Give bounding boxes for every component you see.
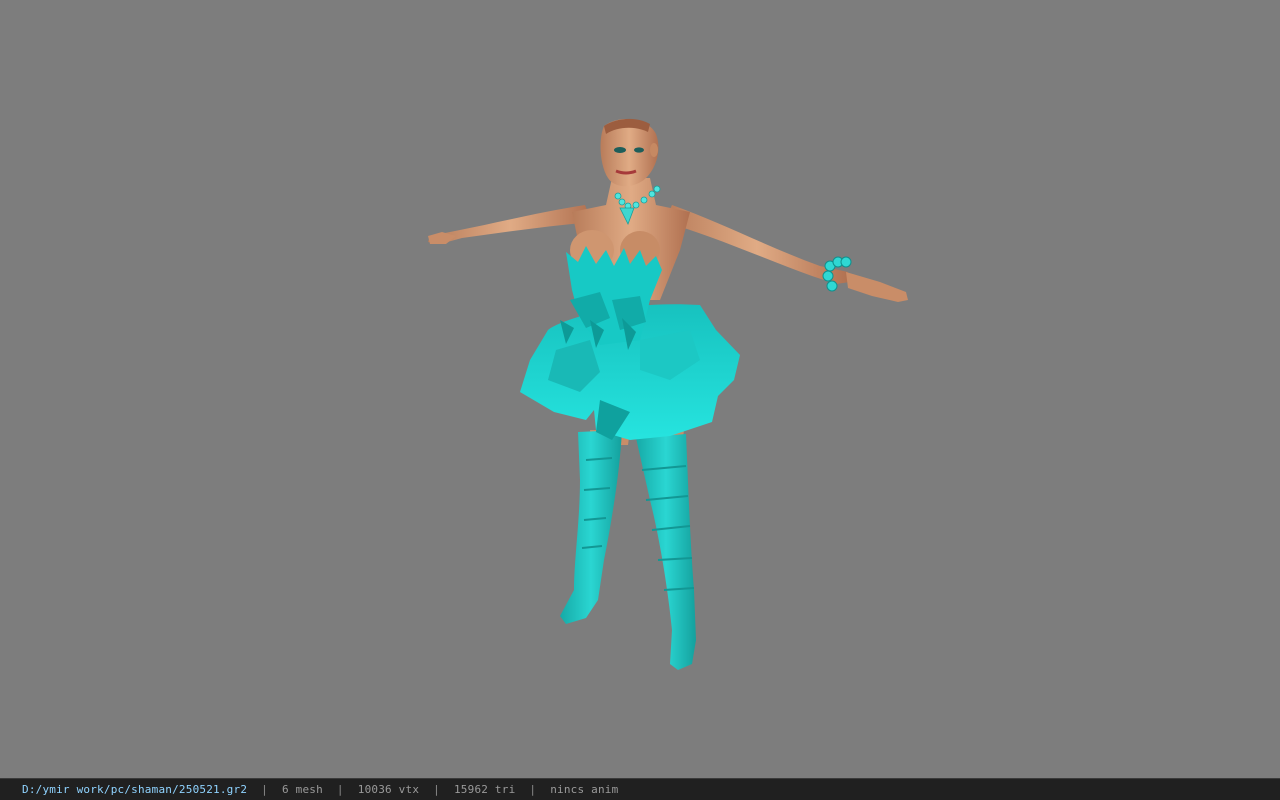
right-boot: [636, 434, 696, 670]
file-path: D:/ymir work/pc/shaman/250521.gr2: [22, 783, 248, 796]
separator: |: [261, 783, 268, 796]
right-arm: [664, 205, 908, 302]
separator: |: [529, 783, 537, 796]
triangle-count: 15962 tri: [453, 783, 516, 796]
status-bar: D:/ymir work/pc/shaman/250521.gr2 | 6 me…: [0, 778, 1280, 800]
anim-status: nincs anim: [550, 783, 619, 796]
left-boot: [560, 430, 622, 624]
character-model[interactable]: [0, 0, 1280, 778]
dress: [520, 246, 740, 440]
vertex-count: 10036 vtx: [357, 783, 420, 796]
left-arm: [428, 205, 592, 244]
mesh-count: 6 mesh: [281, 783, 323, 796]
separator: |: [336, 783, 344, 796]
head: [600, 118, 659, 187]
3d-viewport[interactable]: [0, 0, 1280, 778]
separator: |: [433, 783, 440, 796]
